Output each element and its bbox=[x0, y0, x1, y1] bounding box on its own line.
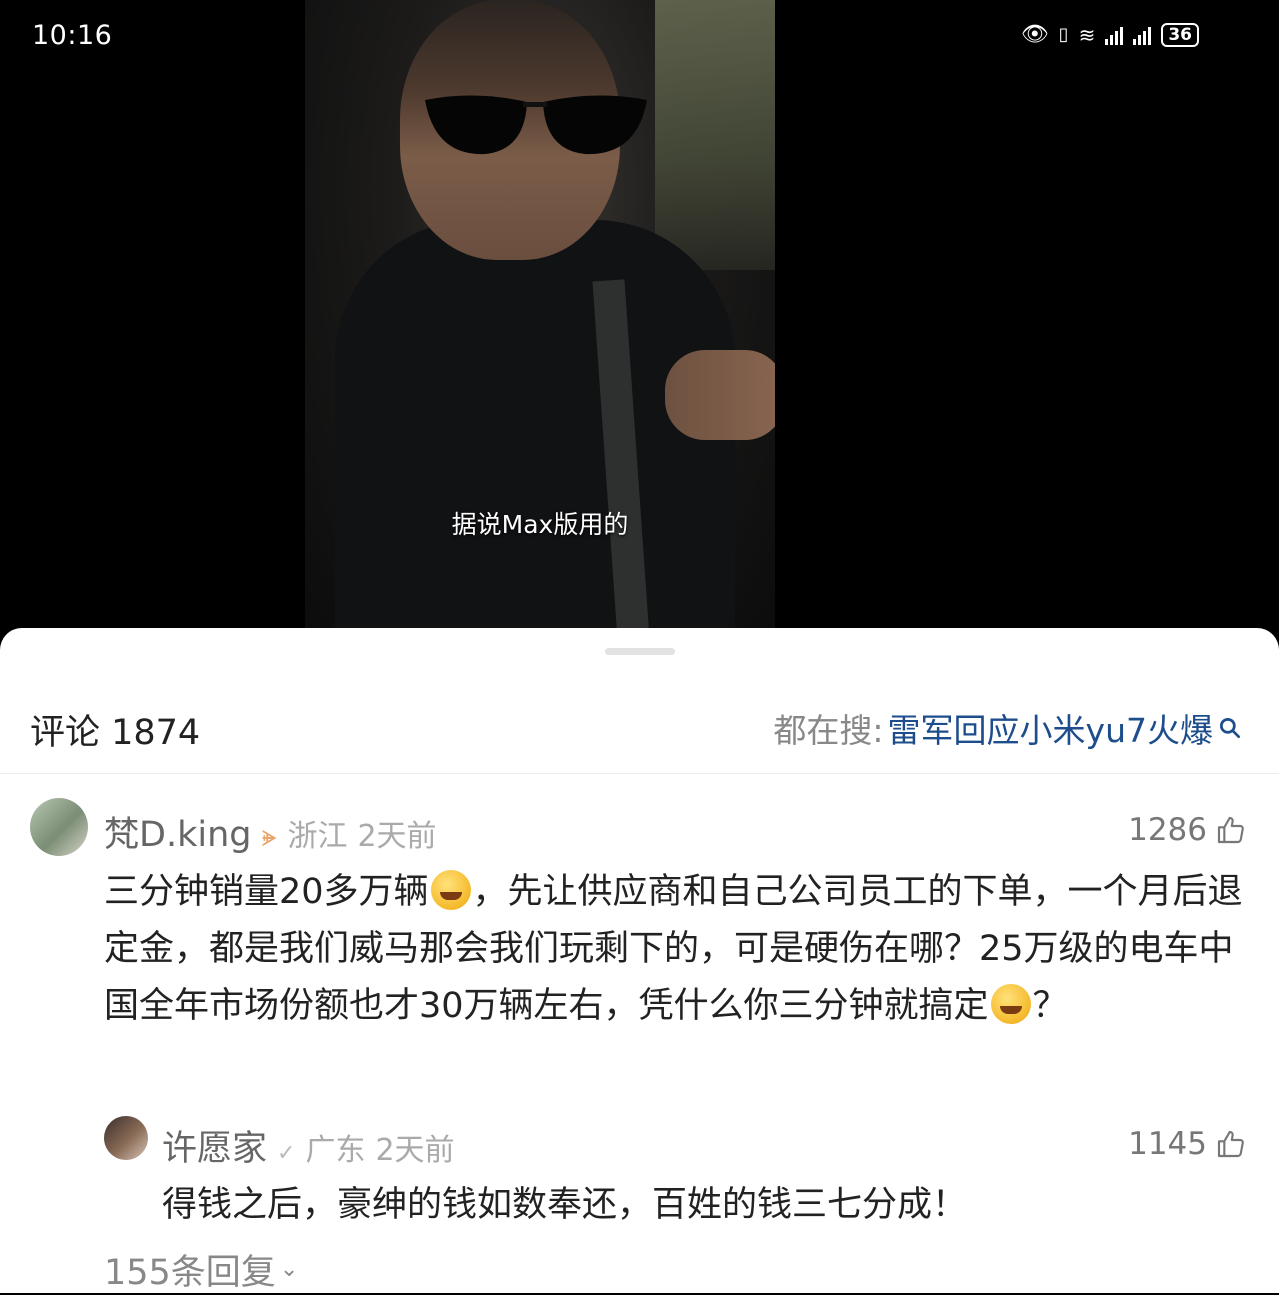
battery-icon: 36 bbox=[1161, 22, 1199, 47]
wifi-icon: ≋ bbox=[1078, 22, 1096, 47]
divider bbox=[0, 773, 1279, 774]
comment-username[interactable]: 梵D.king bbox=[104, 806, 251, 857]
trending-search-prefix: 都在搜: bbox=[773, 711, 884, 750]
reply-like-button[interactable]: 1145 bbox=[1128, 1126, 1247, 1162]
comment-text-part: 三分钟销量20多万辆 bbox=[104, 872, 429, 912]
member-badge-icon: ᗙ bbox=[261, 827, 278, 852]
trending-search[interactable]: 都在搜: 雷军回应小米yu7火爆 bbox=[773, 704, 1243, 752]
drag-handle[interactable] bbox=[605, 648, 675, 655]
reply-username[interactable]: 许愿家 bbox=[162, 1120, 267, 1171]
comment-text-part: ？ bbox=[1032, 986, 1068, 1026]
comment-time: 2天前 bbox=[357, 819, 437, 854]
like-button[interactable]: 1286 bbox=[1128, 812, 1247, 848]
chevron-down-icon: ⌄ bbox=[279, 1257, 299, 1282]
like-count: 1286 bbox=[1128, 812, 1207, 848]
comment-header: 梵D.king ᗙ 浙江 2天前 bbox=[104, 806, 437, 857]
video-caption: 据说Max版用的 bbox=[451, 510, 629, 539]
clock: 10:16 bbox=[32, 20, 113, 51]
arm-image bbox=[665, 350, 775, 440]
comments-count-title: 评论 1874 bbox=[30, 713, 201, 753]
verified-badge-icon: ✓ bbox=[277, 1141, 296, 1166]
signal-icon bbox=[1105, 25, 1124, 45]
eye-icon: 👁 bbox=[1020, 22, 1049, 47]
laughing-crying-emoji-icon bbox=[430, 870, 471, 910]
comment-body: 三分钟销量20多万辆 ，先让供应商和自己公司员工的下单，一个月后退定金，都是我们威… bbox=[104, 864, 1254, 1035]
reply-body: 得钱之后，豪绅的钱如数奉还，百姓的钱三七分成！ bbox=[162, 1185, 968, 1225]
car-window-image bbox=[655, 0, 775, 270]
avatar[interactable] bbox=[30, 798, 88, 856]
reply-header: 许愿家 ✓ 广东 2天前 bbox=[162, 1120, 455, 1171]
status-icons: 👁 ▯ ≋ 36 bbox=[1021, 22, 1199, 47]
thumbs-up-icon[interactable] bbox=[1215, 814, 1247, 846]
comments-panel: 评论 1874 都在搜: 雷军回应小米yu7火爆 梵D.king ᗙ 浙江 2天… bbox=[0, 628, 1279, 1293]
view-replies-button[interactable]: 155条回复 ⌄ bbox=[104, 1244, 298, 1295]
thumbs-up-icon[interactable] bbox=[1215, 1128, 1247, 1160]
signal-icon bbox=[1133, 25, 1152, 45]
laughing-crying-emoji-icon bbox=[990, 984, 1031, 1024]
reply-time: 2天前 bbox=[375, 1133, 455, 1168]
reply-like-count: 1145 bbox=[1128, 1126, 1207, 1162]
reply-location: 广东 bbox=[305, 1133, 366, 1168]
vibrate-icon: ▯ bbox=[1058, 24, 1069, 45]
comment-location: 浙江 bbox=[287, 819, 348, 854]
view-replies-label: 155条回复 bbox=[104, 1253, 276, 1293]
search-icon[interactable] bbox=[1217, 715, 1243, 741]
video-player[interactable]: 据说Max版用的 bbox=[305, 0, 775, 628]
sunglasses-image bbox=[425, 95, 647, 155]
trending-search-query[interactable]: 雷军回应小米yu7火爆 bbox=[888, 704, 1213, 752]
reply-avatar[interactable] bbox=[104, 1116, 148, 1160]
